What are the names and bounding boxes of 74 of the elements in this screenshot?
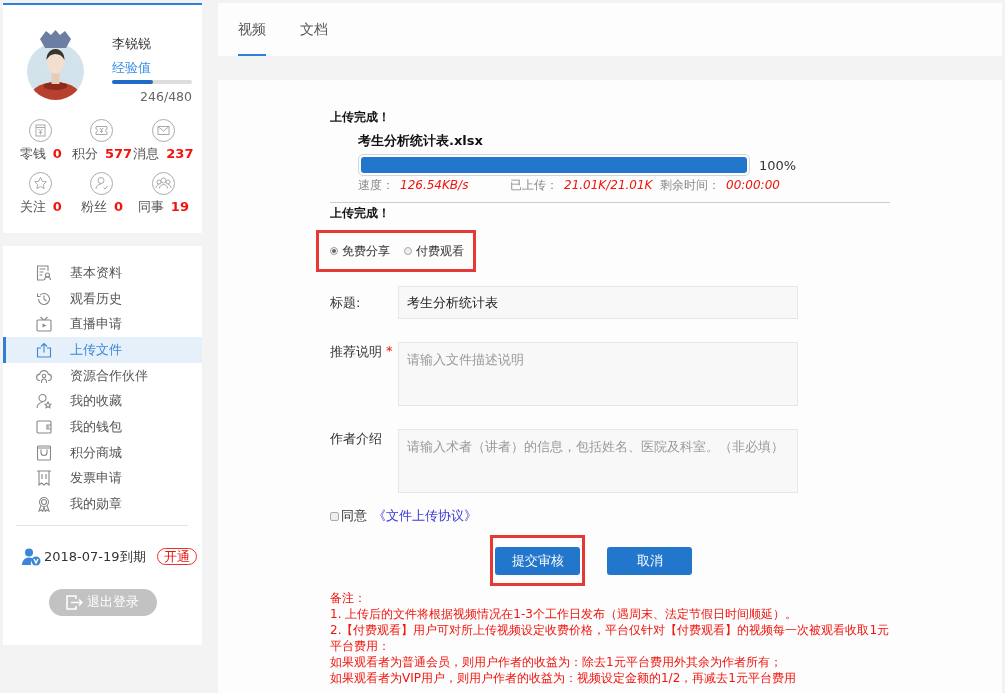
stat-value: 237	[166, 146, 194, 161]
stat-value: 0	[52, 199, 62, 214]
upload-stat-value: 21.01K/21.01K	[564, 178, 653, 192]
cancel-button[interactable]: 取消	[607, 546, 692, 575]
upload-status: 上传完成！	[330, 205, 391, 221]
stat-label: 粉丝	[80, 199, 107, 214]
stat-value: 0	[114, 199, 124, 214]
menu-item[interactable]: 发票申请	[3, 465, 202, 492]
text-area[interactable]: 请输入文件描述说明	[398, 342, 798, 406]
people-icon	[151, 172, 175, 195]
upload-status: 上传完成！	[330, 109, 391, 125]
file-name: 考生分析统计表.xlsx	[358, 133, 484, 149]
stat-label: 关注	[19, 199, 46, 214]
tab[interactable]: 视频	[238, 3, 266, 56]
upload-stat-value: 126.54KB/s	[400, 178, 469, 192]
stat-value: 0	[52, 146, 62, 161]
menu-item[interactable]: 资源合作伙伴	[3, 362, 202, 389]
note-text: 1. 上传后的文件将根据视频情况在1-3个工作日发布（遇周末、法定节假日时间顺延）。	[330, 606, 798, 622]
field-label: 作者介绍	[330, 430, 382, 448]
user-name: 李锐锐	[112, 35, 152, 53]
wallet-icon	[36, 418, 52, 435]
menu-item[interactable]: 观看历史	[3, 285, 202, 312]
membership-expiry: 2018-07-19到期	[44, 547, 146, 566]
upload-stat-value: 00:00:00	[726, 178, 780, 192]
stat-label: 零钱	[19, 146, 46, 161]
upload-stat-label: 剩余时间：	[660, 178, 720, 192]
person-icon	[90, 172, 114, 195]
title-field[interactable]: 考生分析统计表	[398, 286, 798, 319]
bag-icon	[36, 444, 52, 461]
menu-item[interactable]: 我的勋章	[3, 491, 202, 517]
stat-value: 19	[170, 199, 189, 214]
stat-label: 同事	[137, 199, 164, 214]
envelope-icon	[151, 119, 175, 142]
upload-stat-label: 已上传：	[510, 178, 558, 192]
menu-item[interactable]: 直播申请	[3, 311, 202, 338]
tab[interactable]: 文档	[300, 3, 328, 56]
submit-button[interactable]: 提交审核	[495, 547, 580, 575]
menu-item[interactable]: 基本资料	[3, 260, 202, 286]
history-icon	[36, 290, 52, 307]
radio-option[interactable]: 付费观看	[404, 242, 464, 260]
note-text: 如果观看者为VIP用户，则用户作者的收益为：视频设定金额的1/2，再减去1元平台费用	[330, 670, 797, 686]
field-label: 推荐说明	[330, 343, 382, 361]
profile-card-icon	[36, 264, 52, 281]
notes-title: 备注：	[330, 590, 367, 606]
cloud-person-icon	[36, 367, 52, 384]
activate-button[interactable]: 开通	[156, 548, 197, 566]
upload-icon	[36, 341, 52, 358]
stat-label: 积分	[71, 146, 98, 161]
tv-icon	[36, 316, 52, 333]
experience-link[interactable]: 经验值	[112, 59, 192, 77]
vip-user-icon	[22, 547, 41, 566]
stat-value: 577	[105, 146, 133, 161]
required-mark: *	[386, 342, 393, 359]
person-star-icon	[36, 393, 52, 410]
yen-box-icon	[29, 119, 53, 142]
receipt-icon	[36, 470, 52, 487]
menu-item[interactable]: 积分商城	[3, 439, 202, 466]
field-label: 标题:	[330, 294, 361, 312]
note-text: 2.【付费观看】用户可对所上传视频设定收费价格，平台仅针对【付费观看】的视频每一次被观看收取1元平台费用：	[330, 622, 891, 654]
note-text: 如果观看者为普通会员，则用户作者的收益为：除去1元平台费用外其余为作者所有；	[330, 654, 783, 670]
ticket-icon	[90, 119, 114, 142]
logout-icon	[66, 594, 83, 610]
experience-reading: 246/480	[139, 89, 192, 105]
text-area[interactable]: 请输入术者（讲者）的信息，包括姓名、医院及科室。（非必填）	[398, 429, 798, 493]
menu-item[interactable]: 我的钱包	[3, 414, 202, 440]
menu-item[interactable]: 我的收藏	[3, 388, 202, 415]
avatar-icon	[27, 28, 84, 100]
upload-percent: 100%	[759, 157, 797, 173]
stat-label: 消息	[133, 146, 160, 161]
radio-option[interactable]: 免费分享	[330, 242, 390, 260]
agree-checkbox[interactable]: 同意	[330, 508, 367, 524]
upload-stat-label: 速度：	[358, 178, 394, 192]
medal-icon	[36, 496, 52, 513]
agreement-link[interactable]: 《文件上传协议》	[373, 508, 477, 524]
